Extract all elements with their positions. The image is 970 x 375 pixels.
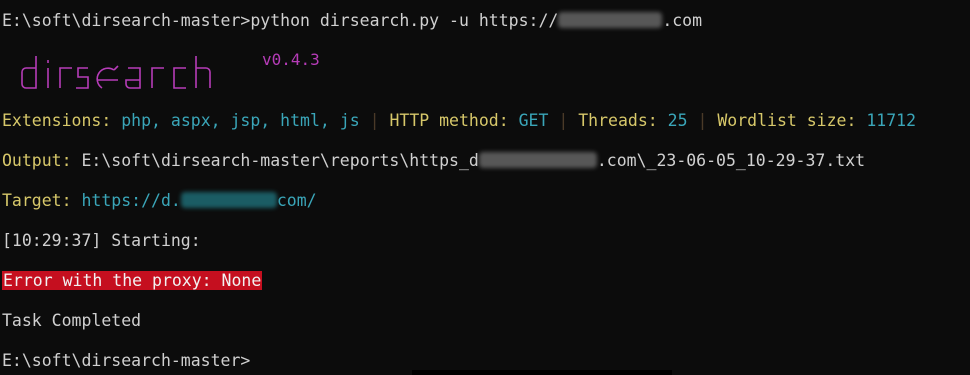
final-prompt: E:\soft\dirsearch-master> [2, 351, 251, 370]
error-line: Error with the proxy: None [2, 270, 263, 292]
output-label: Output: [2, 151, 72, 170]
output-path-suffix: .com\_23-06-05_10-29-37.txt [596, 151, 866, 170]
target-url-suffix: com/ [276, 191, 317, 210]
separator: | [697, 111, 708, 130]
prompt: E:\soft\dirsearch-master> [2, 11, 251, 30]
target-line: Target: https://d. com/ [2, 190, 317, 212]
wordlist-label: Wordlist size: [717, 111, 857, 130]
command-line: E:\soft\dirsearch-master>python dirsearc… [2, 10, 702, 32]
command-text: python dirsearch.py -u https:// [250, 11, 559, 30]
command-domain-suffix: .com [662, 11, 703, 30]
config-line: Extensions: php, aspx, jsp, html, js | H… [2, 110, 916, 132]
redacted-domain [478, 152, 597, 168]
extensions-value: php, aspx, jsp, html, js [121, 111, 360, 130]
completed-line: Task Completed [2, 310, 141, 332]
version-label: v0.4.3 [262, 50, 320, 69]
starting-line: [10:29:37] Starting: [2, 230, 201, 252]
dirsearch-logo [21, 56, 211, 89]
final-prompt-line[interactable]: E:\soft\dirsearch-master> [2, 350, 250, 372]
error-message: Error with the proxy: None [2, 271, 263, 290]
wordlist-value: 11712 [866, 111, 917, 130]
terminal-window[interactable]: E:\soft\dirsearch-master>python dirsearc… [0, 0, 970, 375]
threads-value: 25 [667, 111, 688, 130]
target-label: Target: [2, 191, 72, 210]
threads-label: Threads: [578, 111, 658, 130]
method-value: GET [518, 111, 549, 130]
redacted-domain [558, 12, 663, 28]
redacted-domain [180, 192, 277, 208]
output-path-prefix: E:\soft\dirsearch-master\reports\https_d [81, 151, 479, 170]
separator: | [369, 111, 380, 130]
extensions-label: Extensions: [2, 111, 112, 130]
output-line: Output: E:\soft\dirsearch-master\reports… [2, 150, 865, 172]
bottom-overlay [412, 370, 672, 375]
completed-text: Task Completed [2, 311, 142, 330]
target-url-prefix: https://d. [81, 191, 181, 210]
starting-text: [10:29:37] Starting: [2, 231, 201, 250]
separator: | [558, 111, 569, 130]
method-label: HTTP method: [389, 111, 509, 130]
